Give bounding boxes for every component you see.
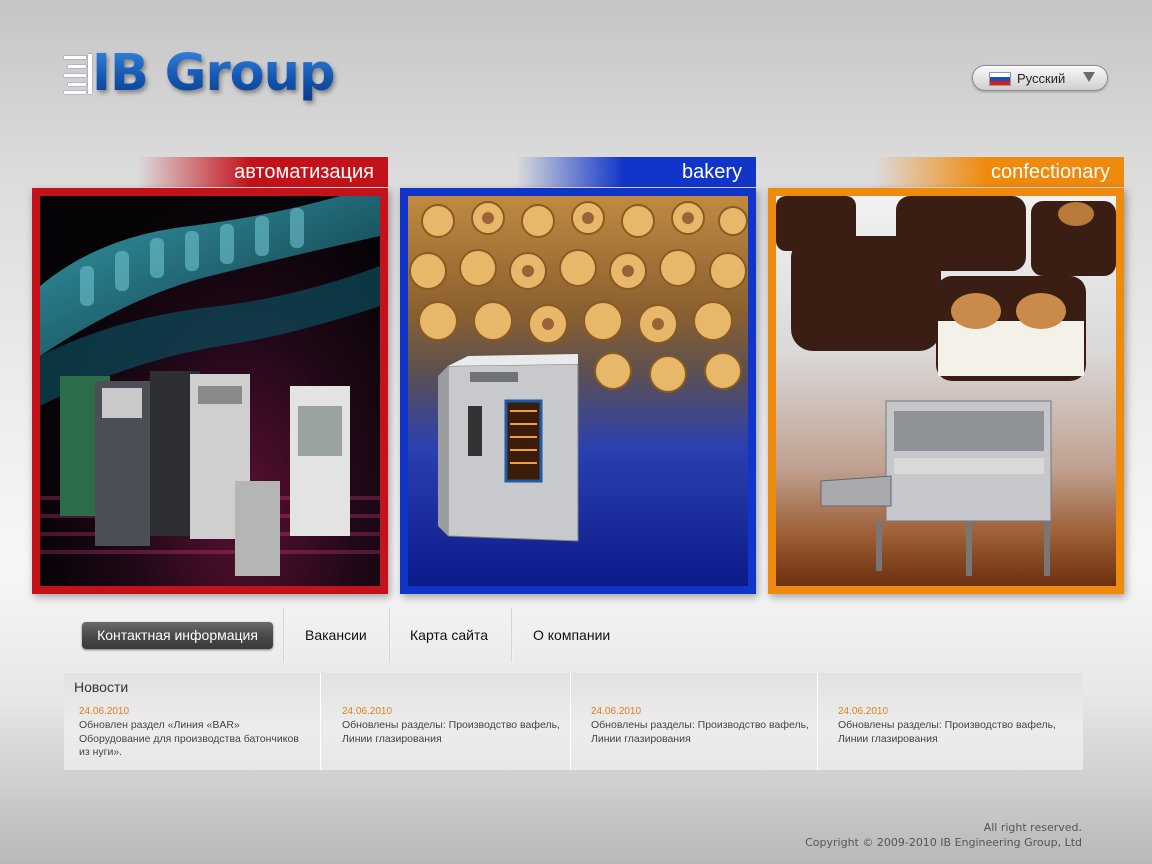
footer-copyright: Copyright © 2009-2010 IB Engineering Gro…	[805, 836, 1082, 849]
confectionary-image	[776, 196, 1116, 586]
plc-modules-icon	[40, 196, 380, 576]
bakery-oven-icon	[409, 201, 748, 542]
nav-divider	[389, 608, 391, 662]
news-date: 24.06.2010	[79, 706, 130, 717]
chocolate-enrober-icon	[776, 196, 1116, 576]
chevron-down-icon[interactable]	[1083, 72, 1095, 82]
language-label: Русский	[1017, 71, 1066, 86]
nav-sitemap[interactable]: Карта сайта	[410, 606, 488, 664]
panel-confectionary-frame	[768, 188, 1124, 594]
news-date: 24.06.2010	[342, 706, 393, 717]
bakery-image	[408, 196, 748, 586]
panel-bakery-tab[interactable]: bakery	[516, 157, 756, 187]
news-date: 24.06.2010	[838, 706, 889, 717]
news-divider	[570, 673, 571, 770]
panel-confectionary[interactable]: confectionary	[768, 157, 1124, 594]
nav-vacancies[interactable]: Вакансии	[305, 606, 367, 664]
news-date: 24.06.2010	[591, 706, 642, 717]
nav-divider	[283, 608, 285, 662]
nav-divider	[511, 608, 513, 662]
panel-automation[interactable]: автоматизация	[32, 157, 388, 594]
nav-about[interactable]: О компании	[533, 606, 610, 664]
footer-rights: All right reserved.	[983, 821, 1082, 834]
news-text[interactable]: Обновлены разделы: Производство вафель, …	[342, 719, 572, 746]
panel-bakery-frame	[400, 188, 756, 594]
news-section: Новости 24.06.2010 Обновлен раздел «Лини…	[64, 673, 1083, 770]
nav-contact-info[interactable]: Контактная информация	[82, 622, 273, 649]
panel-bakery[interactable]: bakery	[400, 157, 756, 594]
news-divider	[817, 673, 818, 770]
news-text[interactable]: Обновлены разделы: Производство вафель, …	[838, 719, 1068, 746]
panel-automation-tab[interactable]: автоматизация	[138, 157, 388, 187]
panel-confectionary-tab[interactable]: confectionary	[874, 157, 1124, 187]
panel-automation-frame	[32, 188, 388, 594]
news-divider	[320, 673, 321, 770]
russia-flag-icon	[989, 72, 1011, 86]
language-selector[interactable]: Русский	[972, 65, 1108, 91]
footer: All right reserved. Copyright © 2009-201…	[805, 820, 1082, 850]
logo-mark-icon	[64, 54, 92, 94]
automation-image	[40, 196, 380, 586]
news-text[interactable]: Обновлены разделы: Производство вафель, …	[591, 719, 821, 746]
news-text[interactable]: Обновлен раздел «Линия «BAR» Оборудовани…	[79, 719, 309, 760]
logo-text: IB Group	[92, 44, 335, 103]
news-title: Новости	[74, 679, 129, 695]
